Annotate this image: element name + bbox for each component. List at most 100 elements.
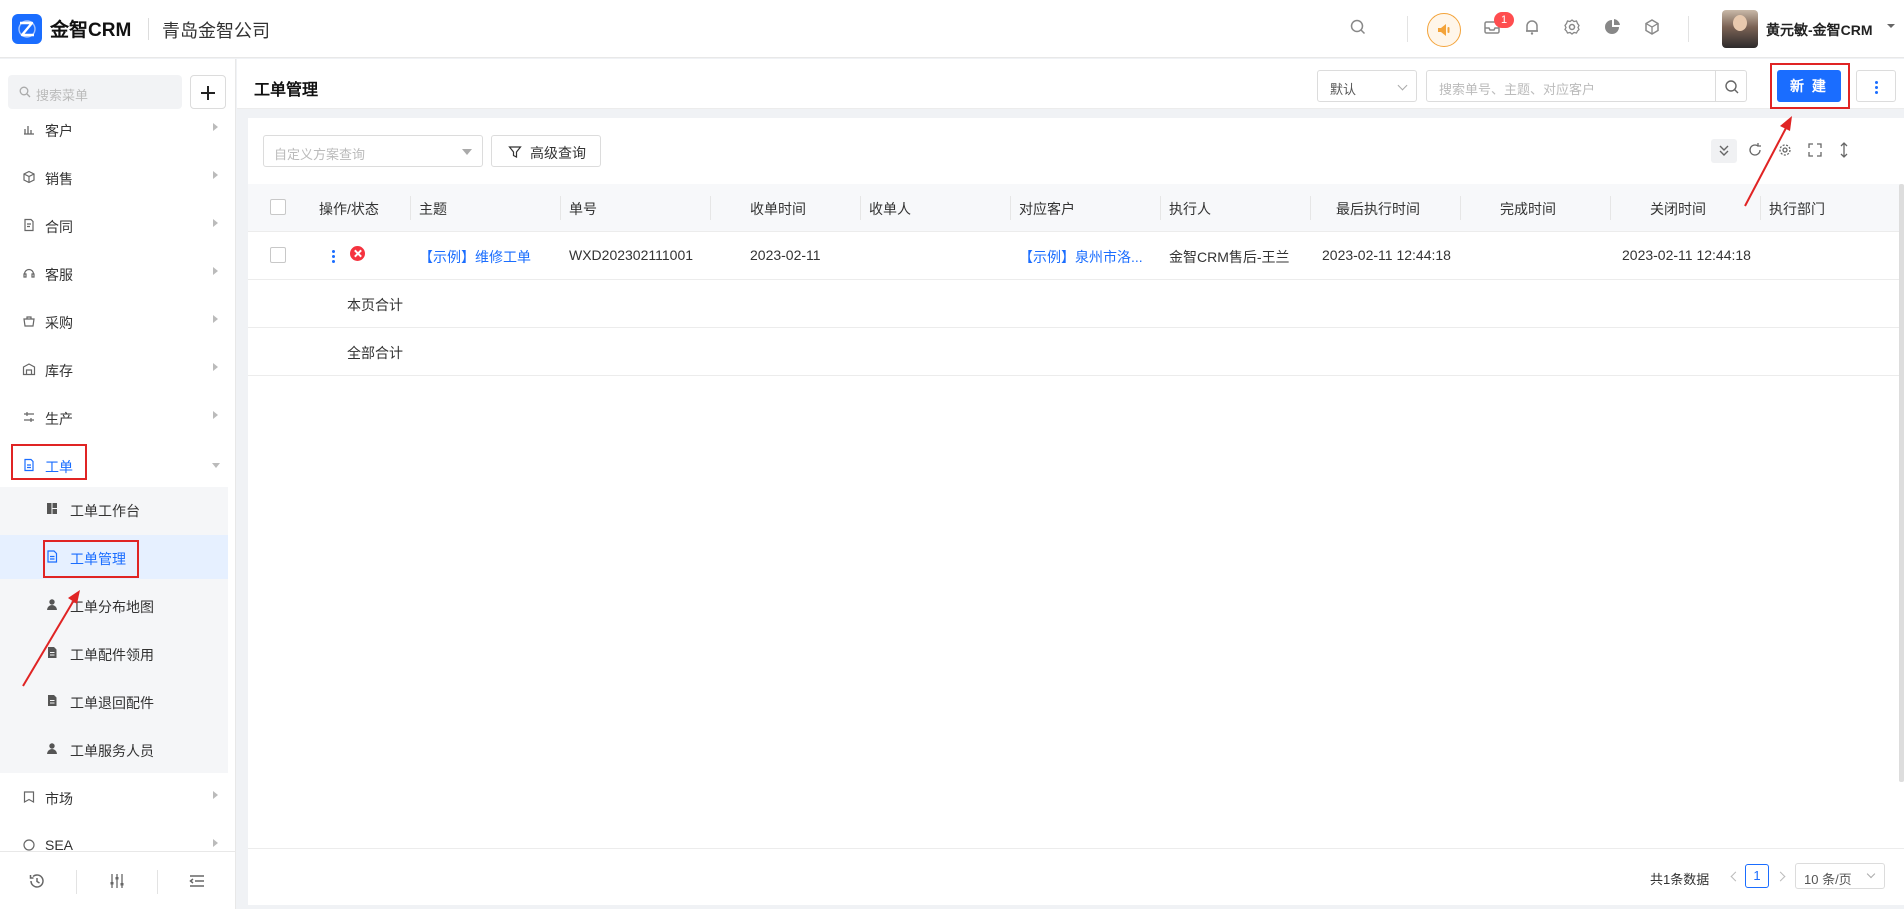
prev-page-icon[interactable] xyxy=(1730,871,1741,882)
closed-status-icon xyxy=(350,246,365,261)
column-header[interactable]: 关闭时间 xyxy=(1650,199,1706,219)
column-header[interactable]: 主题 xyxy=(419,199,447,219)
subject-link[interactable]: 【示例】维修工单 xyxy=(419,247,531,267)
table-header: 操作/状态 主题 单号 收单时间 收单人 对应客户 执行人 最后执行时间 完成时… xyxy=(248,184,1900,232)
pie-chart-icon[interactable] xyxy=(1602,17,1626,41)
sidebar-item-customer[interactable]: 客户 xyxy=(0,107,228,151)
sidebar-item-contract[interactable]: 合同 xyxy=(0,203,228,247)
caret-down-icon xyxy=(462,149,472,155)
sidebar-item-work-order-parts-return[interactable]: 工单退回配件 xyxy=(0,679,228,723)
dashboard-icon xyxy=(47,503,57,514)
bell-icon[interactable] xyxy=(1522,17,1546,41)
advanced-query-button[interactable]: 高级查询 xyxy=(491,135,601,167)
vertical-scrollbar[interactable] xyxy=(1899,184,1904,782)
last-exec-time: 2023-02-11 12:44:18 xyxy=(1322,247,1451,263)
brand-divider xyxy=(148,18,149,40)
announcement-icon[interactable] xyxy=(1427,13,1461,47)
order-search-input[interactable]: 搜索单号、主题、对应客户 xyxy=(1426,70,1716,102)
sidebar-item-service[interactable]: 客服 xyxy=(0,251,228,295)
column-header[interactable]: 对应客户 xyxy=(1019,199,1075,219)
file-icon xyxy=(48,647,57,658)
all-total-label: 全部合计 xyxy=(347,345,403,361)
page-size-select[interactable]: 10 条/页 xyxy=(1795,863,1885,889)
column-height-icon[interactable] xyxy=(1835,141,1853,159)
page-header: 工单管理 默认 搜索单号、主题、对应客户 新 建 xyxy=(237,59,1904,109)
gear-icon[interactable] xyxy=(1562,17,1586,41)
add-menu-button[interactable] xyxy=(190,75,226,109)
column-header[interactable]: 收单时间 xyxy=(750,199,806,219)
chevron-down-icon xyxy=(1397,80,1408,91)
column-header[interactable]: 收单人 xyxy=(869,199,911,219)
sidebar-item-production[interactable]: 生产 xyxy=(0,395,228,439)
more-options-button[interactable] xyxy=(1856,70,1896,102)
column-header[interactable]: 执行人 xyxy=(1169,199,1211,219)
highlight-box xyxy=(43,540,139,578)
sidebar-item-work-order-parts-use[interactable]: 工单配件领用 xyxy=(0,631,228,675)
received-time: 2023-02-11 xyxy=(750,247,821,263)
work-order-submenu: 工单工作台 工单管理 工单分布地图 工单配件领用 工单退回配件 工单服务人员 xyxy=(0,487,228,773)
sidebar-footer xyxy=(0,851,235,909)
warehouse-icon xyxy=(22,363,36,376)
sidebar-item-inventory[interactable]: 库存 xyxy=(0,347,228,391)
sidebar: 搜索菜单 客户 销售 合同 客服 采购 库存 生产 工单 工单工作台 工单管理 … xyxy=(0,59,236,909)
next-page-icon[interactable] xyxy=(1775,871,1786,882)
row-actions-icon[interactable] xyxy=(332,248,336,264)
top-bar: 金智CRM 青岛金智公司 1 黄元敏-金智CRM xyxy=(0,0,1904,58)
sidebar-item-purchase[interactable]: 采购 xyxy=(0,299,228,343)
fullscreen-icon[interactable] xyxy=(1806,141,1824,159)
filter-icon xyxy=(508,146,522,158)
column-header[interactable]: 操作/状态 xyxy=(319,199,379,219)
sidebar-item-work-order-staff[interactable]: 工单服务人员 xyxy=(0,727,228,771)
sidebar-item-sales[interactable]: 销售 xyxy=(0,155,228,199)
avatar[interactable] xyxy=(1722,10,1758,48)
market-icon xyxy=(23,791,35,804)
total-count: 共1条数据 xyxy=(1650,872,1710,887)
order-number: WXD202302111001 xyxy=(569,247,694,263)
refresh-icon[interactable] xyxy=(1746,141,1764,159)
logo-icon[interactable] xyxy=(12,14,42,44)
search-icon[interactable] xyxy=(1348,17,1372,41)
menu-search-input[interactable]: 搜索菜单 xyxy=(8,75,182,109)
column-header[interactable]: 单号 xyxy=(569,199,597,219)
settings-icon[interactable] xyxy=(1776,141,1794,159)
notification-badge: 1 xyxy=(1494,12,1514,28)
highlight-box xyxy=(1770,63,1850,109)
chevron-down-icon xyxy=(1866,869,1876,879)
basket-icon xyxy=(23,316,35,327)
headset-icon xyxy=(23,268,35,278)
column-header[interactable]: 执行部门 xyxy=(1769,199,1825,219)
username[interactable]: 黄元敏-金智CRM xyxy=(1766,20,1873,40)
sidebar-item-work-order-map[interactable]: 工单分布地图 xyxy=(0,583,228,627)
expand-rows-icon[interactable] xyxy=(1715,141,1733,159)
chevron-down-icon[interactable] xyxy=(1886,22,1896,30)
company-name: 青岛金智公司 xyxy=(162,21,270,41)
page-number[interactable]: 1 xyxy=(1745,864,1769,888)
cube-icon xyxy=(23,170,35,184)
select-all-checkbox[interactable] xyxy=(270,199,286,215)
page-total-row: 本页合计 xyxy=(248,280,1900,328)
top-divider xyxy=(1407,16,1408,42)
table-row[interactable]: 【示例】维修工单 WXD202302111001 2023-02-11 【示例】… xyxy=(248,232,1900,280)
row-checkbox[interactable] xyxy=(270,247,286,263)
history-icon[interactable] xyxy=(28,872,46,890)
person-icon xyxy=(47,599,57,610)
column-header[interactable]: 完成时间 xyxy=(1500,199,1556,219)
collapse-menu-icon[interactable] xyxy=(188,872,206,890)
view-select[interactable]: 默认 xyxy=(1317,70,1417,102)
search-icon xyxy=(19,86,31,98)
brand-name: 金智CRM xyxy=(50,20,132,41)
package-icon[interactable] xyxy=(1642,17,1666,41)
page-title: 工单管理 xyxy=(254,82,319,99)
chart-icon xyxy=(24,126,34,135)
column-header[interactable]: 最后执行时间 xyxy=(1336,199,1420,219)
sidebar-item-market[interactable]: 市场 xyxy=(0,775,228,819)
custom-scheme-select[interactable]: 自定义方案查询 xyxy=(263,135,483,167)
sea-icon xyxy=(23,839,35,851)
sliders-icon[interactable] xyxy=(108,872,126,890)
search-icon xyxy=(1725,80,1739,94)
sidebar-item-work-order-dashboard[interactable]: 工单工作台 xyxy=(0,487,228,531)
customer-link[interactable]: 【示例】泉州市洛... xyxy=(1019,247,1143,267)
all-total-row: 全部合计 xyxy=(248,328,1900,376)
search-button[interactable] xyxy=(1715,70,1747,102)
menu-search-placeholder: 搜索菜单 xyxy=(36,88,89,103)
